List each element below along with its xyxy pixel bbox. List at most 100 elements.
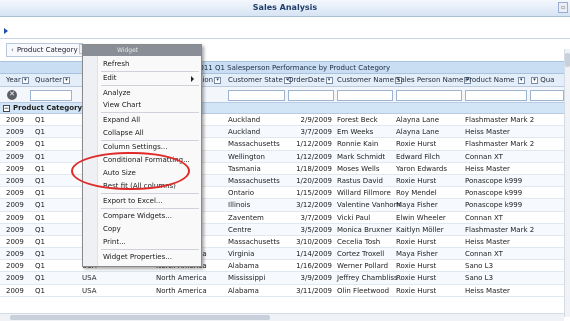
submenu-arrow-icon: [191, 76, 194, 82]
cell-state: Ontario: [228, 189, 255, 198]
cell-product: Heiss Master: [465, 164, 510, 173]
cell-product: Ponascope k999: [465, 189, 523, 198]
cell-state: Alabama: [228, 286, 259, 295]
cell-year: 2009: [6, 164, 24, 173]
cell-sp: Roxie Hurst: [396, 286, 437, 295]
header-customer-name[interactable]: Customer Name ▾: [337, 76, 402, 84]
window-options-icon[interactable]: ▫: [558, 2, 568, 13]
cell-state: Massachusetts: [228, 237, 280, 246]
cell-sp: Roxie Hurst: [396, 176, 437, 185]
vertical-scrollbar[interactable]: [564, 49, 570, 317]
filter-dropdown-icon: ▾: [21, 76, 29, 84]
filter-input-customer[interactable]: [337, 90, 393, 101]
menu-item-column-settings[interactable]: Column Settings...: [103, 143, 167, 151]
cell-date: 1/20/2009: [296, 176, 332, 185]
cell-state: Wellington: [228, 152, 265, 161]
menu-item-collapse-all[interactable]: Collapse All: [103, 129, 144, 137]
filter-input-quantity[interactable]: [530, 90, 564, 101]
cell-sp: Yaron Edwards: [396, 164, 447, 173]
cell-q: Q1: [35, 128, 45, 137]
cell-date: 3/7/2009: [300, 128, 332, 137]
cell-q: Q1: [35, 225, 45, 234]
cell-product: Heiss Master: [465, 237, 510, 246]
cell-product: Ponascope k999: [465, 201, 523, 210]
cell-state: Virginia: [228, 250, 255, 259]
header-quarter[interactable]: Quarter ▾: [35, 76, 71, 84]
group-row-label: Product Category: [13, 104, 83, 112]
cell-customer: Mark Schmidt: [337, 152, 386, 161]
cell-year: 2009: [6, 274, 24, 283]
cell-state: Massachusetts: [228, 176, 280, 185]
header-quantity[interactable]: ▾ Qua: [530, 76, 554, 84]
header-sales-person[interactable]: Sales Person Name ▾: [396, 76, 472, 84]
cell-country: USA: [82, 286, 97, 295]
filter-dropdown-icon: ▾: [214, 76, 222, 84]
cell-year: 2009: [6, 201, 24, 210]
menu-item-view-chart[interactable]: View Chart: [103, 101, 141, 109]
filter-input-quarter[interactable]: [30, 90, 72, 101]
collapse-group-icon[interactable]: −: [3, 105, 10, 112]
filter-dropdown-icon: ▾: [531, 76, 538, 84]
header-customer-state[interactable]: Customer State ▾: [228, 76, 291, 84]
cell-region: North America: [156, 274, 207, 283]
cell-date: 3/9/2009: [300, 274, 332, 283]
cell-product: Flashmaster Mark 2: [465, 225, 535, 234]
cell-year: 2009: [6, 225, 24, 234]
cell-state: Zaventem: [228, 213, 264, 222]
sort-icon: ‹: [11, 46, 14, 54]
cell-customer: Valentine Vanhorn: [337, 201, 401, 210]
filter-input-salesperson[interactable]: [396, 90, 462, 101]
header-year[interactable]: Year ▾: [6, 76, 29, 84]
cell-customer: Werner Pollard: [337, 262, 389, 271]
cell-customer: Vicki Paul: [337, 213, 371, 222]
cell-q: Q1: [35, 140, 45, 149]
cell-sp: Edward Filch: [396, 152, 440, 161]
cell-customer: Cortez Troxell: [337, 250, 385, 259]
cell-year: 2009: [6, 213, 24, 222]
menu-item-expand-all[interactable]: Expand All: [103, 116, 140, 124]
menu-item-export-excel[interactable]: Export to Excel...: [103, 197, 163, 205]
cell-date: 3/7/2009: [300, 213, 332, 222]
annotation-highlight-ring: [71, 152, 190, 190]
cell-year: 2009: [6, 250, 24, 259]
cell-state: Illinois: [228, 201, 251, 210]
menu-item-edit[interactable]: Edit: [103, 74, 117, 82]
menu-item-analyze[interactable]: Analyze: [103, 89, 131, 97]
filter-input-product[interactable]: [465, 90, 527, 101]
menu-item-refresh[interactable]: Refresh: [103, 60, 129, 68]
cell-sp: Roxie Hurst: [396, 274, 437, 283]
cell-customer: Willard Fillmore: [337, 189, 391, 198]
filter-input-state[interactable]: [228, 90, 285, 101]
cell-sp: Elwin Wheeler: [396, 213, 446, 222]
header-orderdate[interactable]: OrderDate ▾: [288, 76, 333, 84]
cell-date: 1/15/2009: [296, 189, 332, 198]
cell-product: Connan XT: [465, 250, 503, 259]
table-row[interactable]: 2009 Q1 USA North America Alabama 3/11/2009 Ol…: [0, 285, 564, 297]
cell-state: Centre: [228, 225, 252, 234]
filter-dropdown-icon: ▾: [63, 76, 71, 84]
cell-product: Sano L3: [465, 274, 494, 283]
cell-customer: Rastus David: [337, 176, 383, 185]
clear-filter-icon[interactable]: ✕: [7, 90, 17, 100]
cell-state: Auckland: [228, 116, 261, 124]
filter-input-orderdate[interactable]: [288, 90, 334, 101]
header-product-name[interactable]: Product Name ▾: [465, 76, 525, 84]
cell-country: USA: [82, 274, 97, 283]
table-row[interactable]: 2009 Q1 USA North America Mississippi 3/9/200…: [0, 272, 564, 285]
cell-q: Q1: [35, 164, 45, 173]
menu-item-copy[interactable]: Copy: [103, 225, 121, 233]
cell-state: Tasmania: [228, 164, 261, 173]
group-chip-product-category[interactable]: ‹ Product Category: [6, 43, 83, 57]
cell-q: Q1: [35, 189, 45, 198]
cell-date: 3/12/2009: [296, 201, 332, 210]
menu-item-widget-properties[interactable]: Widget Properties...: [103, 253, 172, 261]
cell-year: 2009: [6, 140, 24, 149]
cell-q: Q1: [35, 274, 45, 283]
cell-sp: Roy Mendel: [396, 189, 437, 198]
menu-item-print[interactable]: Print...: [103, 238, 126, 246]
cell-sp: Kaitlyn Möller: [396, 225, 444, 234]
cell-product: Ponascope k999: [465, 176, 523, 185]
menu-item-compare-widgets[interactable]: Compare Widgets...: [103, 212, 172, 220]
cell-customer: Ronnie Kain: [337, 140, 379, 149]
cell-sp: Maya Fisher: [396, 201, 438, 210]
